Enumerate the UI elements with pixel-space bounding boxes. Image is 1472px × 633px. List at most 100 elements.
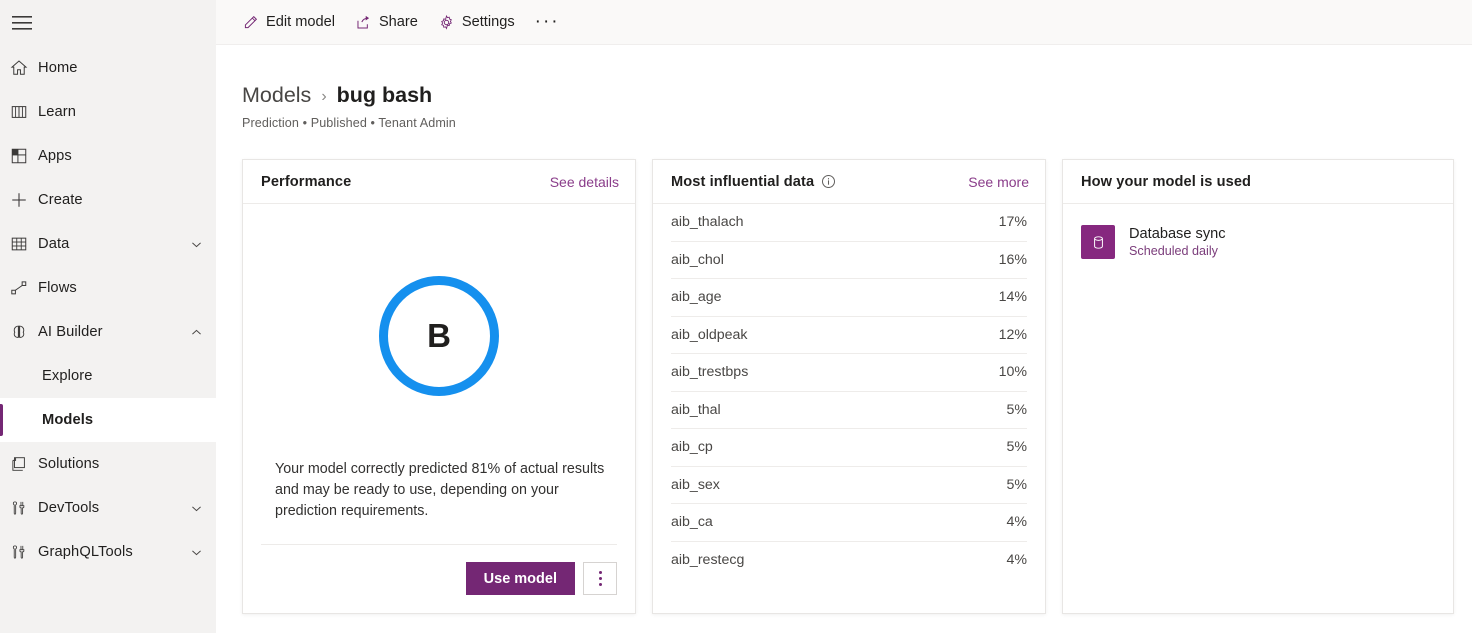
table-row[interactable]: aib_trestbps 10% (671, 354, 1027, 392)
table-row[interactable]: aib_chol 16% (671, 242, 1027, 280)
table-row[interactable]: aib_thal 5% (671, 392, 1027, 430)
tools-icon (10, 543, 38, 561)
influential-card-title: Most influential data (671, 174, 814, 190)
database-icon (1081, 225, 1115, 259)
sidebar-item-solutions[interactable]: Solutions (0, 442, 216, 486)
chevron-down-icon[interactable] (186, 238, 206, 251)
breadcrumb-separator-icon: › (321, 88, 326, 106)
sidebar-item-ai-builder[interactable]: AI Builder (0, 310, 216, 354)
grade-circle: B (379, 276, 499, 396)
table-icon (10, 235, 38, 253)
sidebar-item-learn[interactable]: Learn (0, 90, 216, 134)
breadcrumb: Models › bug bash (242, 83, 1472, 108)
sidebar-item-label: Home (38, 61, 78, 76)
list-item[interactable]: Database sync Scheduled daily (1063, 204, 1453, 259)
feature-value: 16% (999, 252, 1027, 268)
sidebar-item-label: Learn (38, 105, 76, 120)
sidebar-item-label: Data (38, 237, 69, 252)
feature-name: aib_cp (671, 439, 713, 455)
feature-name: aib_thal (671, 402, 721, 418)
sidebar-item-label: Explore (42, 369, 93, 384)
sidebar-item-label: AI Builder (38, 325, 103, 340)
used-card-title: How your model is used (1081, 174, 1251, 190)
sidebar-item-data[interactable]: Data (0, 222, 216, 266)
share-icon (355, 14, 372, 31)
chevron-down-icon[interactable] (186, 502, 206, 515)
performance-card-footer: Use model (261, 544, 617, 613)
command-label: Settings (462, 14, 515, 30)
sidebar-item-flows[interactable]: Flows (0, 266, 216, 310)
list-item-texts: Database sync Scheduled daily (1129, 226, 1226, 258)
sidebar-item-label: Models (42, 413, 93, 428)
feature-value: 4% (1006, 514, 1027, 530)
page-title: bug bash (337, 83, 433, 108)
see-more-link[interactable]: See more (968, 174, 1029, 190)
edit-model-button[interactable]: Edit model (232, 0, 345, 44)
sidebar-item-label: Solutions (38, 457, 99, 472)
grade-letter: B (427, 319, 451, 352)
sidebar-item-create[interactable]: Create (0, 178, 216, 222)
more-commands-button[interactable]: ··· (525, 0, 570, 44)
sidebar-item-label: Apps (38, 149, 72, 164)
feature-name: aib_ca (671, 514, 713, 530)
sidebar-item-label: Flows (38, 281, 77, 296)
sidebar-item-explore[interactable]: Explore (0, 354, 216, 398)
sidebar-item-home[interactable]: Home (0, 46, 216, 90)
table-row[interactable]: aib_thalach 17% (671, 204, 1027, 242)
plus-icon (10, 191, 38, 209)
chevron-up-icon[interactable] (186, 326, 206, 339)
tools-icon (10, 499, 38, 517)
performance-card-body: B Your model correctly predicted 81% of … (243, 204, 635, 613)
feature-name: aib_sex (671, 477, 720, 493)
sidebar-item-devtools[interactable]: DevTools (0, 486, 216, 530)
list-item-subtitle: Scheduled daily (1129, 244, 1226, 258)
apps-grid-icon (10, 147, 38, 165)
feature-value: 4% (1006, 552, 1027, 568)
hamburger-icon[interactable] (0, 0, 48, 46)
table-row[interactable]: aib_restecg 4% (671, 542, 1027, 580)
command-label: Share (379, 14, 418, 30)
feature-name: aib_trestbps (671, 364, 748, 380)
performance-description: Your model correctly predicted 81% of ac… (243, 459, 635, 522)
feature-name: aib_restecg (671, 552, 744, 568)
performance-more-button[interactable] (583, 562, 617, 595)
feature-name: aib_age (671, 289, 722, 305)
feature-value: 5% (1006, 477, 1027, 493)
share-button[interactable]: Share (345, 0, 428, 44)
most-influential-data-card: Most influential data See more aib_thala… (652, 159, 1046, 614)
table-row[interactable]: aib_age 14% (671, 279, 1027, 317)
command-bar: Edit model Share Settings ··· (216, 0, 1472, 45)
solutions-icon (10, 455, 38, 473)
sidebar-item-graphqltools[interactable]: GraphQLTools (0, 530, 216, 574)
cards-row: Performance See details B Your model cor… (242, 159, 1472, 614)
use-model-button[interactable]: Use model (466, 562, 575, 595)
feature-value: 5% (1006, 439, 1027, 455)
table-row[interactable]: aib_cp 5% (671, 429, 1027, 467)
table-row[interactable]: aib_sex 5% (671, 467, 1027, 505)
sidebar-item-models[interactable]: Models (0, 398, 216, 442)
settings-button[interactable]: Settings (428, 0, 525, 44)
chevron-down-icon[interactable] (186, 546, 206, 559)
table-row[interactable]: aib_oldpeak 12% (671, 317, 1027, 355)
used-card-body: Database sync Scheduled daily (1063, 204, 1453, 613)
home-icon (10, 59, 38, 77)
feature-name: aib_chol (671, 252, 724, 268)
breadcrumb-root-link[interactable]: Models (242, 83, 311, 108)
book-icon (10, 103, 38, 121)
brain-icon (10, 323, 38, 341)
feature-value: 14% (999, 289, 1027, 305)
sidebar-item-apps[interactable]: Apps (0, 134, 216, 178)
sidebar-item-label: GraphQLTools (38, 545, 133, 560)
command-label: Edit model (266, 14, 335, 30)
performance-card: Performance See details B Your model cor… (242, 159, 636, 614)
pencil-icon (242, 14, 259, 31)
info-icon[interactable] (821, 174, 836, 189)
see-details-link[interactable]: See details (550, 174, 619, 190)
page-content: Models › bug bash Prediction • Published… (216, 83, 1472, 614)
gear-icon (438, 14, 455, 31)
table-row[interactable]: aib_ca 4% (671, 504, 1027, 542)
more-vertical-icon (599, 571, 602, 586)
sidebar-item-label: Create (38, 193, 83, 208)
performance-gauge: B (243, 204, 635, 459)
list-item-title: Database sync (1129, 226, 1226, 242)
